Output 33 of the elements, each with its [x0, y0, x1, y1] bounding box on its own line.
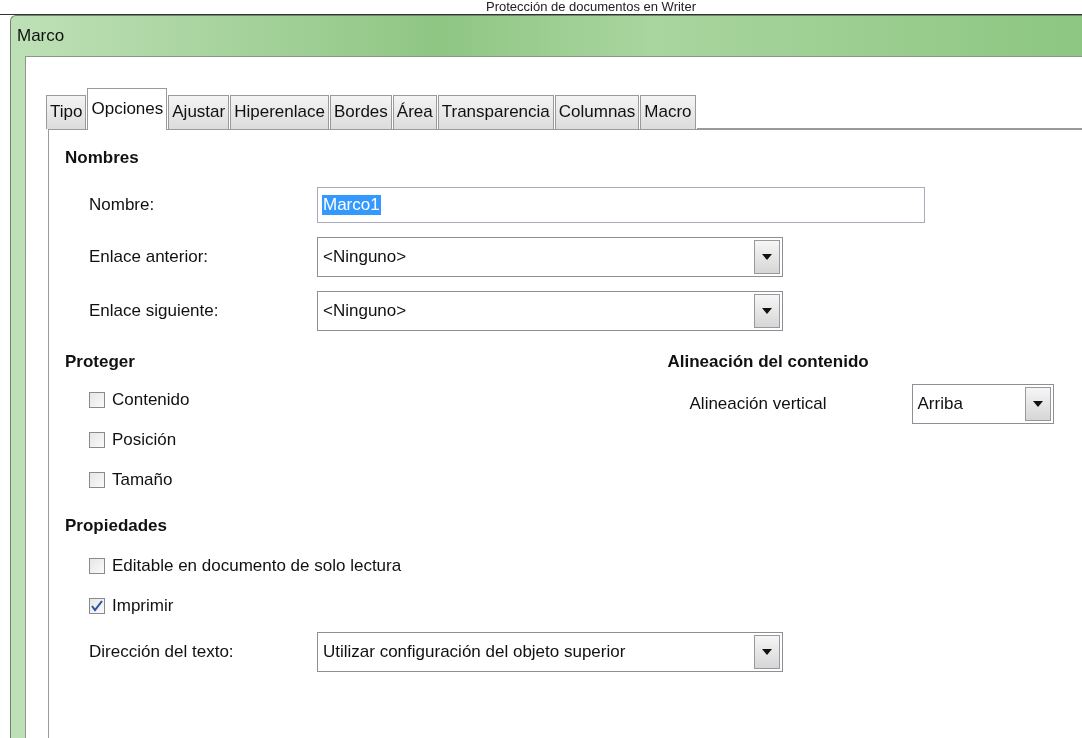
checkbox-label: Posición [112, 430, 177, 450]
link-dropdown[interactable]: <Ninguno> [317, 291, 783, 331]
checkbox-label: Tamaño [112, 470, 173, 490]
section-heading: Proteger [65, 352, 136, 373]
link-dropdown[interactable]: <Ninguno> [317, 237, 783, 277]
checkbox-label: Contenido [112, 390, 190, 410]
field-label: Nombre: [89, 195, 156, 215]
tab[interactable]: Ajustar [168, 95, 230, 129]
window-title: Marco [17, 26, 65, 46]
tab[interactable]: Columnas [554, 95, 640, 129]
checkbox[interactable] [89, 598, 105, 614]
tab[interactable]: Opciones [87, 88, 168, 130]
field-label: Alineación vertical [689, 394, 828, 414]
field-label: Enlace anterior: [89, 247, 210, 267]
section-heading: Propiedades [65, 516, 169, 537]
tab[interactable]: Bordes [329, 95, 392, 129]
section-heading: Alineación del contenido [667, 352, 870, 373]
field-label: Dirección del texto: [89, 642, 235, 662]
checkbox[interactable] [89, 558, 105, 574]
tab[interactable]: Macro [640, 95, 696, 129]
direction-dropdown[interactable]: Utilizar configuración del objeto superior [317, 632, 783, 672]
section-heading: Nombres [65, 148, 140, 169]
field-label: Enlace siguiente: [89, 301, 220, 321]
checkbox[interactable] [89, 392, 105, 408]
alignment-dropdown[interactable]: Arriba [911, 384, 1054, 424]
checkbox[interactable] [89, 432, 105, 448]
tab[interactable]: Área [392, 95, 437, 129]
tab[interactable]: Transparencia [437, 95, 554, 129]
tab[interactable]: Tipo [46, 95, 87, 129]
checkbox[interactable] [89, 472, 105, 488]
tab[interactable]: Hiperenlace [230, 95, 329, 129]
checkbox-label: Editable en documento de solo lectura [112, 556, 402, 576]
checkbox-label: Imprimir [112, 596, 174, 616]
